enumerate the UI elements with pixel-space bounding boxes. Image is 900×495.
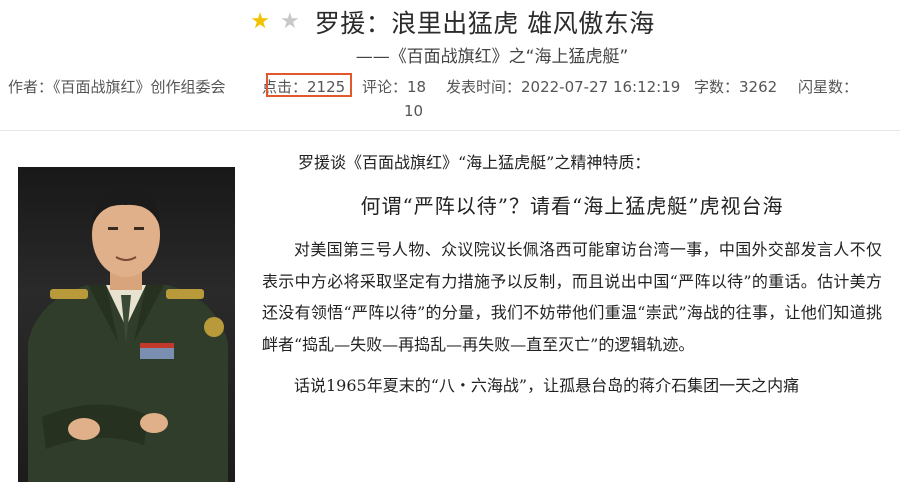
title-row: ★ ★ 罗援：浪里出猛虎 雄风傲东海 [0, 4, 900, 40]
publish-time: 发表时间：2022-07-27 16:12:19 [446, 78, 681, 96]
word-count: 字数：3262 [694, 78, 778, 96]
comment-count[interactable]: 评论：18 [362, 76, 426, 98]
portrait-illustration [28, 189, 228, 482]
rating-stars[interactable]: ★ ★ [245, 11, 304, 33]
star-filled-icon[interactable]: ★ [250, 11, 270, 33]
article-lead: 罗援谈《百面战旗红》“海上猛虎艇”之精神特质： [298, 153, 651, 172]
article-paragraph: 话说1965年夏末的“八・六海战”，让孤悬台岛的蒋介石集团一天之内痛 [294, 376, 800, 395]
page-subtitle: ——《百面战旗红》之“海上猛虎艇” [0, 42, 900, 67]
divider [0, 130, 900, 131]
flash-stars-value: 10 [404, 102, 424, 120]
article-paragraph: 对美国第三号人物、众议院议长佩洛西可能窜访台湾一事，中国外交部发言人不仅表示中方… [262, 240, 882, 354]
subtitle-text: ——《百面战旗红》之“海上猛虎艇” [355, 47, 629, 67]
star-outline-icon[interactable]: ★ [280, 11, 300, 33]
portrait-photo [18, 167, 235, 482]
flash-stars-label: 闪星数： [798, 78, 859, 96]
article-body: 罗援谈《百面战旗红》“海上猛虎艇”之精神特质： 何谓“严阵以待”？请看“海上猛虎… [262, 150, 882, 402]
article-headline: 何谓“严阵以待”？请看“海上猛虎艇”虎视台海 [360, 194, 784, 218]
page-title: 罗援：浪里出猛虎 雄风傲东海 [314, 9, 655, 38]
click-count-highlight [266, 73, 352, 97]
author-label[interactable]: 作者：《百面战旗红》创作组委会 [8, 76, 226, 98]
